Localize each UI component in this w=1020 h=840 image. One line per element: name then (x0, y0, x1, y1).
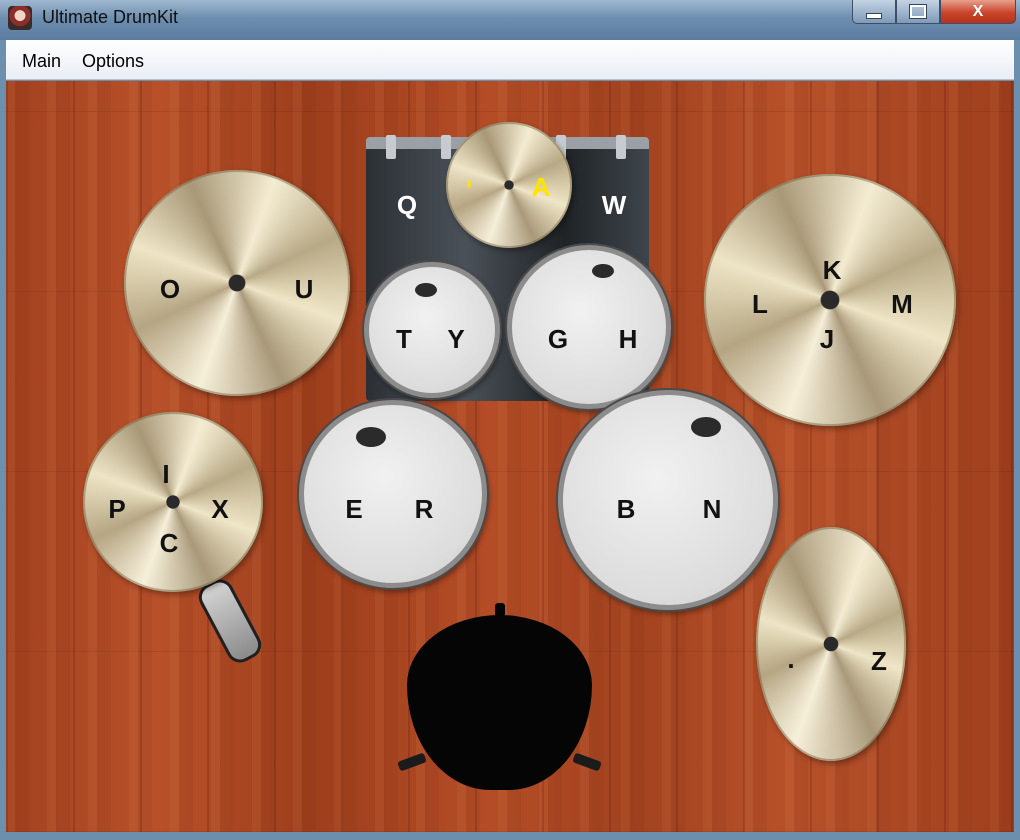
snare-drum[interactable] (299, 400, 487, 588)
china-cymbal[interactable] (756, 527, 906, 761)
minimize-button[interactable] (852, 0, 896, 24)
title-bar[interactable]: Ultimate DrumKit X (0, 0, 1020, 40)
crash-cymbal-left[interactable] (124, 170, 350, 396)
splash-cymbal-top[interactable] (446, 122, 572, 248)
window-bottom-border (0, 832, 1020, 840)
maximize-button[interactable] (896, 0, 940, 24)
hihat-cymbal[interactable] (83, 412, 263, 592)
drum-throne (407, 615, 592, 790)
drum-throne-leg-left (397, 752, 427, 772)
window-title: Ultimate DrumKit (42, 7, 179, 27)
tom-medium[interactable] (507, 245, 671, 409)
window-controls: X (852, 0, 1016, 24)
close-button[interactable]: X (940, 0, 1016, 24)
ride-cymbal-right[interactable] (704, 174, 956, 426)
maximize-icon (909, 4, 927, 19)
drumkit-app-icon (8, 6, 32, 30)
close-icon: X (972, 2, 984, 20)
drum-throne-leg-right (572, 752, 602, 772)
menu-main[interactable]: Main (22, 51, 61, 72)
drum-stage: O U Q W ' A T Y G H K L M J I P X C E R … (6, 81, 1014, 832)
minimize-icon (866, 12, 882, 19)
menu-bar: Main Options (6, 40, 1014, 80)
hihat-pedal[interactable] (193, 574, 267, 668)
menu-options[interactable]: Options (82, 51, 144, 72)
floor-tom[interactable] (558, 390, 778, 610)
tom-small[interactable] (364, 262, 500, 398)
